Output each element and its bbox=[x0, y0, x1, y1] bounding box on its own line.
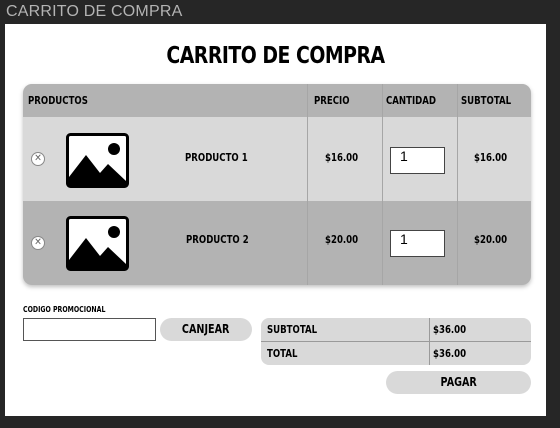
column-divider bbox=[382, 84, 383, 117]
summary-row-subtotal: SUBTOTAL $36.00 bbox=[261, 318, 531, 341]
column-divider bbox=[307, 84, 308, 117]
image-placeholder-icon bbox=[66, 133, 129, 188]
header-products: PRODUCTOS bbox=[28, 94, 88, 107]
summary-row-total: TOTAL $36.00 bbox=[261, 341, 531, 364]
product-price: $20.00 bbox=[325, 233, 359, 246]
close-icon[interactable]: ✕ bbox=[31, 152, 45, 166]
product-subtotal: $20.00 bbox=[474, 233, 508, 246]
promo-code-label: CODIGO PROMOCIONAL bbox=[23, 305, 106, 314]
page-title: CARRITO DE COMPRA bbox=[166, 43, 385, 69]
column-divider bbox=[307, 201, 308, 285]
pay-button-label: PAGAR bbox=[440, 375, 477, 389]
summary-total-value: $36.00 bbox=[433, 347, 467, 360]
order-summary: SUBTOTAL $36.00 TOTAL $36.00 bbox=[261, 318, 531, 365]
cart-canvas: CARRITO DE COMPRA PRODUCTOS PRECIO CANTI… bbox=[5, 24, 546, 416]
header-price: PRECIO bbox=[314, 94, 350, 107]
pay-button[interactable]: PAGAR bbox=[386, 371, 531, 394]
summary-total-label: TOTAL bbox=[267, 347, 298, 360]
column-divider bbox=[382, 201, 383, 285]
column-divider bbox=[457, 84, 458, 117]
product-name: PRODUCTO 2 bbox=[186, 233, 249, 246]
column-divider bbox=[307, 117, 308, 201]
product-subtotal: $16.00 bbox=[474, 151, 508, 164]
quantity-input[interactable]: 1 bbox=[390, 147, 445, 174]
summary-subtotal-label: SUBTOTAL bbox=[267, 323, 318, 336]
column-divider bbox=[382, 117, 383, 201]
close-icon[interactable]: ✕ bbox=[31, 236, 45, 250]
product-name: PRODUCTO 1 bbox=[185, 151, 248, 164]
cart-table: PRODUCTOS PRECIO CANTIDAD SUBTOTAL ✕ PRO… bbox=[23, 84, 531, 285]
header-subtotal: SUBTOTAL bbox=[461, 94, 512, 107]
table-row: ✕ PRODUCTO 2 $20.00 1 $20.00 bbox=[23, 201, 531, 285]
window-title: CARRITO DE COMPRA bbox=[6, 3, 183, 20]
table-row: ✕ PRODUCTO 1 $16.00 1 $16.00 bbox=[23, 117, 531, 201]
table-header: PRODUCTOS PRECIO CANTIDAD SUBTOTAL bbox=[23, 84, 531, 117]
header-quantity: CANTIDAD bbox=[386, 94, 437, 107]
redeem-button-label: CANJEAR bbox=[182, 322, 230, 336]
summary-subtotal-value: $36.00 bbox=[433, 323, 467, 336]
redeem-button[interactable]: CANJEAR bbox=[160, 318, 252, 341]
product-price: $16.00 bbox=[325, 151, 359, 164]
quantity-input[interactable]: 1 bbox=[390, 230, 445, 257]
promo-code-input[interactable] bbox=[23, 318, 156, 341]
image-placeholder-icon bbox=[66, 216, 129, 271]
column-divider bbox=[457, 201, 458, 285]
column-divider bbox=[457, 117, 458, 201]
